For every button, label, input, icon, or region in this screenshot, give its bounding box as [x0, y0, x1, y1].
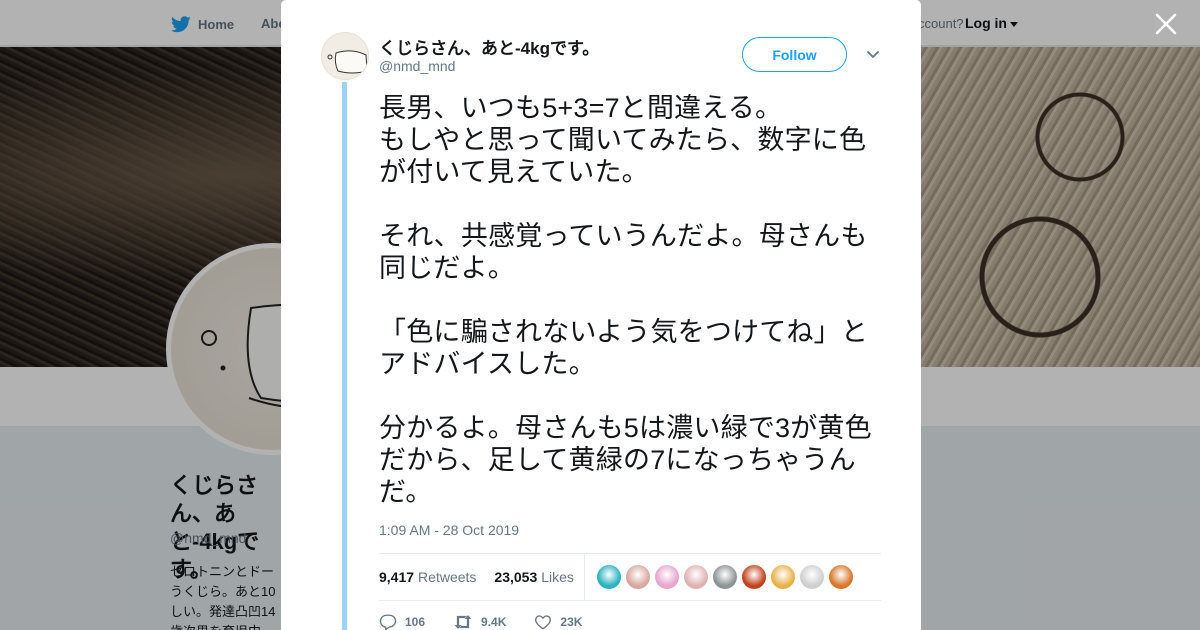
liker-avatar-7[interactable] [770, 565, 795, 589]
chevron-down-icon[interactable] [865, 46, 881, 62]
author-display-name[interactable]: くじらさん、あと-4kgです。 [379, 34, 599, 59]
liker-avatar-8[interactable] [799, 565, 824, 589]
retweet-button[interactable]: 9.4K [453, 613, 506, 630]
tweet-actions: 106 9.4K 23K [379, 612, 879, 630]
author-avatar[interactable] [321, 32, 369, 80]
author-username[interactable]: @nmd_mnd [379, 58, 455, 74]
liker-avatar-1[interactable] [596, 565, 621, 589]
liker-avatar-3[interactable] [654, 565, 679, 589]
likers-avatars [596, 565, 853, 589]
tweet-stats: 9,417 Retweets 23,053 Likes [379, 553, 881, 601]
liker-avatar-6[interactable] [741, 565, 766, 589]
reply-icon [379, 613, 397, 630]
retweets-label: Retweets [418, 569, 477, 585]
thread-line [342, 82, 347, 630]
likes-label: Likes [541, 569, 574, 585]
likes-stat[interactable]: 23,053 Likes [494, 569, 574, 585]
close-icon[interactable] [1154, 12, 1178, 36]
follow-button[interactable]: Follow [742, 37, 847, 72]
liker-avatar-5[interactable] [712, 565, 737, 589]
reply-button[interactable]: 106 [379, 613, 425, 630]
retweet-icon [453, 613, 473, 630]
retweets-stat[interactable]: 9,417 Retweets [379, 569, 476, 585]
like-button[interactable]: 23K [534, 613, 582, 630]
tweet-timestamp[interactable]: 1:09 AM - 28 Oct 2019 [379, 522, 519, 538]
retweet-count-short: 9.4K [481, 615, 507, 629]
likes-count: 23,053 [494, 569, 538, 585]
stats-divider [583, 554, 585, 600]
liker-avatar-4[interactable] [683, 565, 708, 589]
reply-count: 106 [405, 615, 426, 629]
liker-avatar-9[interactable] [828, 565, 853, 589]
retweets-count: 9,417 [379, 569, 415, 585]
liker-avatar-2[interactable] [625, 565, 650, 589]
like-count-short: 23K [560, 615, 583, 629]
heart-icon [534, 613, 552, 630]
tweet-text: 長男、いつも5+3=7と間違える。 もしやと思って聞いてみたら、数字に色が付いて… [379, 93, 872, 507]
tweet-modal: くじらさん、あと-4kgです。 @nmd_mnd Follow 長男、いつも5+… [281, 0, 921, 630]
